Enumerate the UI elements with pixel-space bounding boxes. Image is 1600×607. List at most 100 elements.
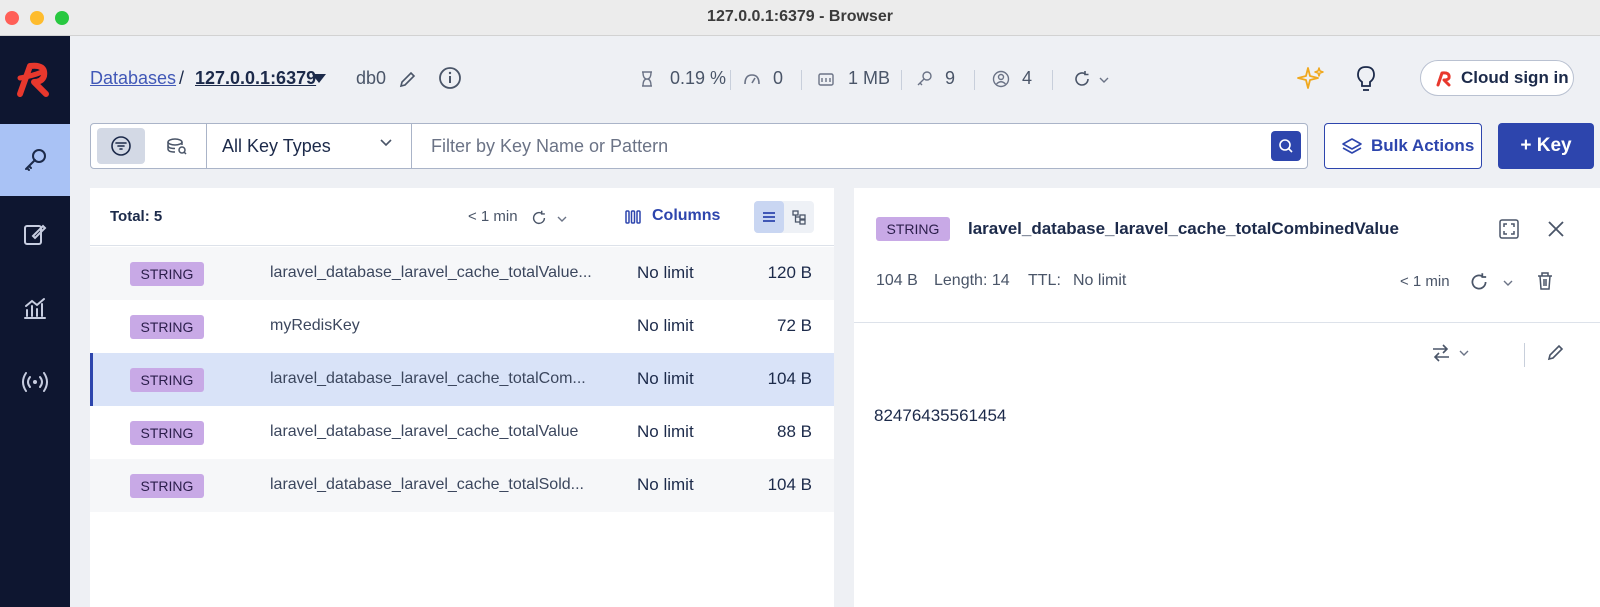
view-switcher (754, 201, 814, 233)
key-size: 104 B (767, 475, 812, 494)
tree-view-icon (792, 210, 806, 225)
key-type-badge: STRING (130, 262, 204, 286)
key-list-header: Total: 5 < 1 min Columns (90, 188, 834, 246)
columns-icon[interactable] (624, 209, 642, 225)
trash-icon[interactable] (1534, 270, 1556, 292)
sidebar-item-browser[interactable] (0, 124, 70, 196)
cloud-sign-in-button[interactable]: Cloud sign in (1420, 60, 1574, 96)
stat-cpu: 0.19 % (670, 68, 727, 88)
key-ttl: No limit (637, 263, 694, 282)
pencil-icon[interactable] (398, 69, 418, 89)
key-size: 120 B (767, 263, 812, 282)
chevron-down-icon (380, 139, 392, 147)
stat-memory: 1 MB (848, 68, 891, 88)
keys-icon (917, 71, 932, 86)
detail-length: Length: 14 (934, 272, 1010, 289)
key-type-value: All Key Types (222, 136, 331, 156)
clients-icon (992, 70, 1010, 88)
detail-ttl-value[interactable]: No limit (1073, 272, 1126, 290)
key-value[interactable]: 82476435561454 (874, 406, 1006, 426)
key-name: myRedisKey (270, 317, 360, 334)
host-dropdown-caret-icon[interactable] (312, 74, 326, 83)
tree-view-button[interactable] (784, 201, 814, 233)
chevron-down-icon[interactable] (1458, 349, 1470, 357)
key-filter-input[interactable] (413, 124, 1253, 168)
key-type-badge: STRING (130, 368, 204, 392)
key-ttl: No limit (637, 475, 694, 494)
refresh-icon[interactable] (530, 209, 548, 227)
chevron-down-icon[interactable] (556, 215, 568, 223)
stat-ops: 0 (773, 68, 784, 88)
list-last-refresh: < 1 min (468, 208, 518, 225)
key-row[interactable]: STRING laravel_database_laravel_cache_to… (90, 459, 834, 512)
filter-bar: All Key Types (90, 123, 1308, 169)
key-type-badge: STRING (130, 315, 204, 339)
key-name: laravel_database_laravel_cache_totalSold… (270, 476, 584, 493)
format-switch-icon[interactable] (1430, 342, 1452, 364)
filter-icon (111, 136, 131, 156)
edit-pencil-icon[interactable] (1546, 342, 1566, 362)
detail-last-refresh: < 1 min (1400, 273, 1450, 290)
columns-button[interactable]: Columns (652, 207, 720, 225)
cloud-sign-in-label: Cloud sign in (1461, 68, 1569, 87)
detail-key-name[interactable]: laravel_database_laravel_cache_totalComb… (968, 219, 1399, 239)
search-icon (1279, 139, 1293, 153)
sidebar-item-analytics[interactable] (0, 272, 70, 344)
redis-logo-icon[interactable] (12, 58, 56, 102)
detail-ttl-label: TTL: (1028, 272, 1061, 289)
edit-note-icon (24, 224, 47, 245)
broadcast-icon (22, 372, 48, 392)
key-type-badge: STRING (130, 474, 204, 498)
breadcrumb-databases-link[interactable]: Databases (90, 68, 176, 89)
detail-type-badge: STRING (876, 217, 950, 241)
add-key-button[interactable]: + Key (1498, 123, 1594, 169)
filter-mode-button[interactable] (97, 128, 145, 164)
stat-keys: 9 (945, 68, 956, 88)
key-ttl: No limit (637, 422, 694, 441)
key-type-select[interactable]: All Key Types (206, 124, 412, 168)
window-titlebar: 127.0.0.1:6379 - Browser (0, 0, 1600, 36)
breadcrumb-host-link[interactable]: 127.0.0.1:6379 (195, 68, 316, 89)
key-icon (25, 149, 46, 171)
key-detail-panel: STRING laravel_database_laravel_cache_to… (854, 188, 1600, 607)
fullscreen-icon[interactable] (1498, 218, 1520, 240)
layers-icon (1342, 138, 1362, 154)
close-icon[interactable] (1546, 219, 1566, 239)
refresh-icon[interactable] (1072, 69, 1092, 89)
refresh-icon[interactable] (1468, 271, 1490, 293)
key-size: 72 B (777, 316, 812, 335)
key-ttl: No limit (637, 369, 694, 388)
key-row[interactable]: STRING myRedisKey No limit 72 B (90, 300, 834, 353)
key-row[interactable]: STRING laravel_database_laravel_cache_to… (90, 247, 834, 300)
chevron-down-icon[interactable] (1502, 279, 1514, 287)
search-mode-button[interactable] (153, 128, 201, 164)
key-name: laravel_database_laravel_cache_totalValu… (270, 423, 579, 440)
breadcrumb-separator: / (179, 68, 185, 88)
sidebar-item-pubsub[interactable] (0, 346, 70, 418)
detail-size: 104 B (876, 272, 918, 289)
sidebar-item-workbench[interactable] (0, 198, 70, 270)
key-name: laravel_database_laravel_cache_totalValu… (270, 264, 592, 281)
sparkle-ai-icon[interactable] (1296, 64, 1326, 94)
key-row[interactable]: STRING laravel_database_laravel_cache_to… (90, 406, 834, 459)
bulk-actions-label: Bulk Actions (1371, 136, 1475, 155)
top-bar: Databases / 127.0.0.1:6379 db0 0.19 % 0 … (70, 36, 1600, 120)
key-size: 88 B (777, 422, 812, 441)
chevron-down-icon[interactable] (1098, 76, 1110, 84)
bulk-actions-button[interactable]: Bulk Actions (1324, 123, 1482, 169)
cpu-timer-icon (642, 71, 652, 87)
list-view-button[interactable] (754, 201, 784, 233)
total-keys: Total: 5 (110, 208, 163, 225)
info-icon[interactable] (438, 66, 462, 90)
search-button[interactable] (1271, 131, 1301, 161)
db-index: db0 (356, 68, 387, 88)
sidebar (0, 36, 70, 607)
analytics-icon (24, 298, 46, 319)
list-view-icon (763, 212, 775, 222)
key-row-selected[interactable]: STRING laravel_database_laravel_cache_to… (90, 353, 834, 406)
database-search-icon (167, 138, 187, 155)
key-size: 104 B (767, 369, 812, 388)
lightbulb-icon[interactable] (1354, 64, 1378, 94)
memory-icon (818, 73, 834, 86)
window-title: 127.0.0.1:6379 - Browser (707, 8, 893, 25)
